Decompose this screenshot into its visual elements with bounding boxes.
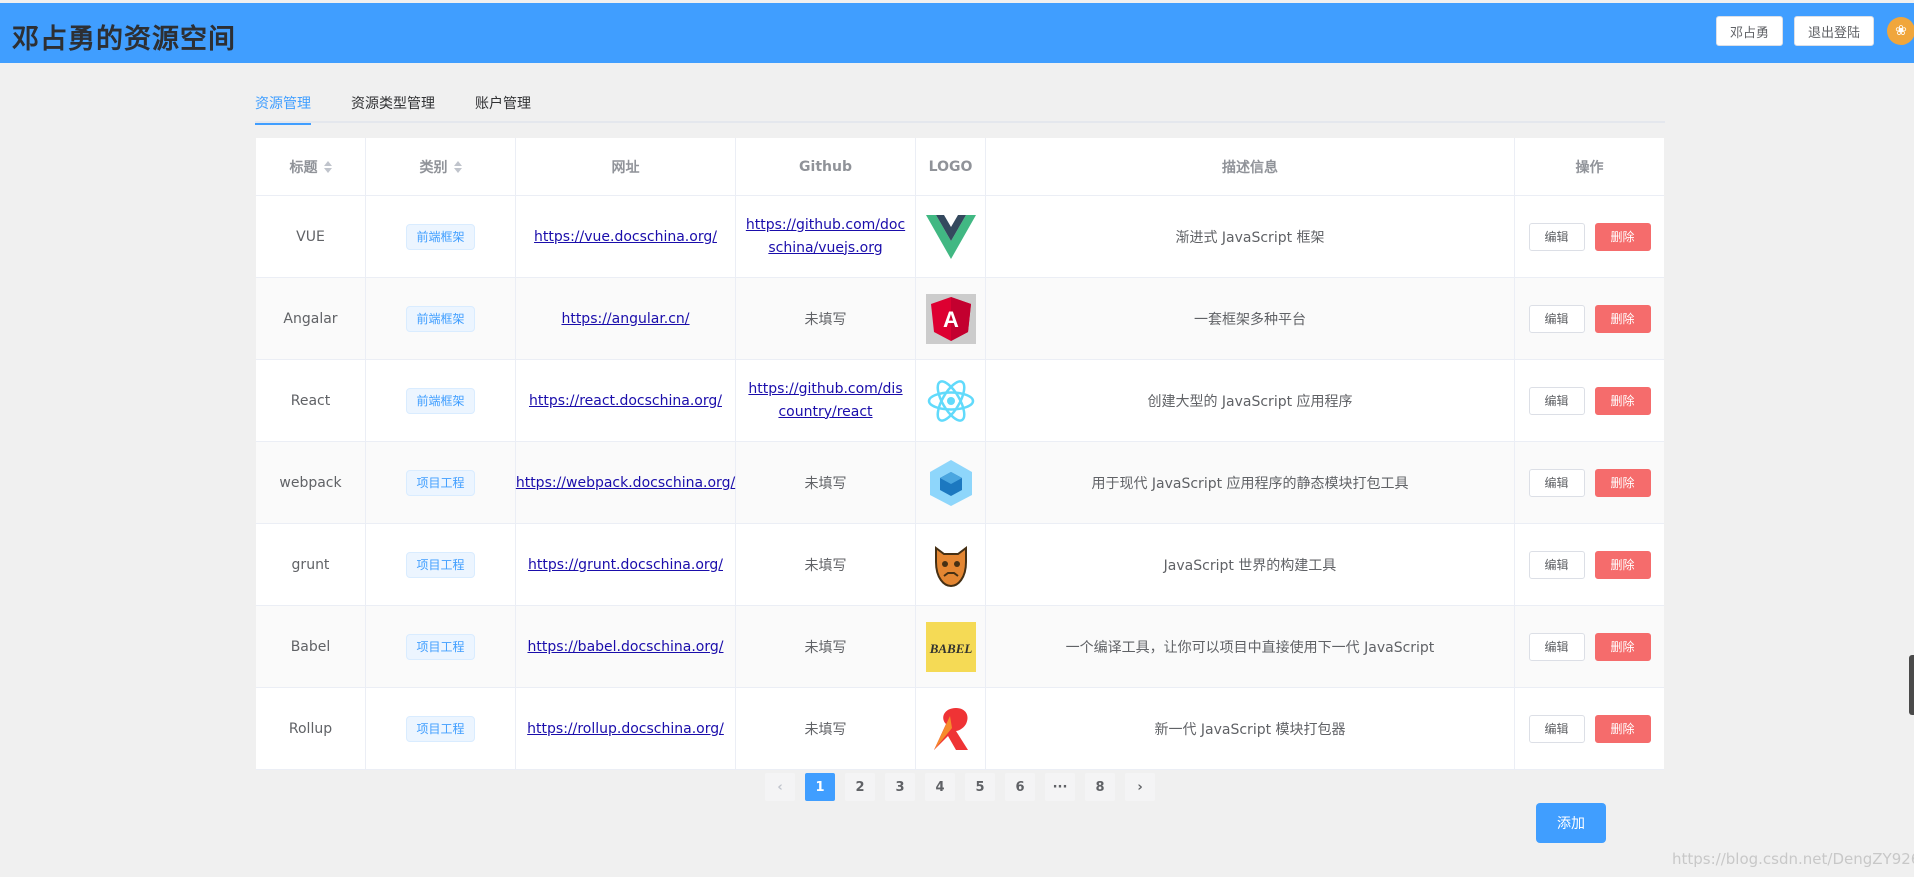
column-header-github: Github <box>736 138 916 195</box>
type-tag: 前端框架 <box>406 305 475 332</box>
column-header-type[interactable]: 类别 <box>366 138 516 195</box>
github-empty: 未填写 <box>736 688 916 769</box>
svg-text:BABEL: BABEL <box>928 641 972 656</box>
row-title: Angalar <box>256 278 366 359</box>
page-button[interactable]: 1 <box>805 773 835 801</box>
webpack-logo-icon <box>926 458 976 508</box>
page-button[interactable]: 4 <box>925 773 955 801</box>
github-empty: 未填写 <box>736 442 916 523</box>
prev-page-icon[interactable]: ‹ <box>765 773 795 801</box>
edit-button[interactable]: 编辑 <box>1528 222 1585 251</box>
row-title: webpack <box>256 442 366 523</box>
watermark: https://blog.csdn.net/DengZY926 <box>1672 850 1914 868</box>
page-button[interactable]: 6 <box>1005 773 1035 801</box>
page-button[interactable]: 3 <box>885 773 915 801</box>
tab-resource-management[interactable]: 资源管理 <box>255 93 311 125</box>
edit-button[interactable]: 编辑 <box>1528 632 1585 661</box>
vue-logo-icon <box>925 212 976 262</box>
pagination: ‹ 1 2 3 4 5 6 ··· 8 › <box>765 773 1165 801</box>
edit-button[interactable]: 编辑 <box>1528 550 1585 579</box>
column-header-title[interactable]: 标题 <box>256 138 366 195</box>
delete-button[interactable]: 删除 <box>1594 222 1651 251</box>
row-description: 渐进式 JavaScript 框架 <box>986 196 1515 277</box>
table-row: Angalar 前端框架 https://angular.cn/ 未填写 A 一… <box>256 278 1664 360</box>
user-button[interactable]: 邓占勇 <box>1716 16 1783 46</box>
next-page-icon[interactable]: › <box>1125 773 1155 801</box>
add-button[interactable]: 添加 <box>1536 803 1606 843</box>
table-row: VUE 前端框架 https://vue.docschina.org/ http… <box>256 196 1664 278</box>
row-title: VUE <box>256 196 366 277</box>
row-title: Rollup <box>256 688 366 769</box>
page-button[interactable]: 5 <box>965 773 995 801</box>
rollup-logo-icon <box>926 704 976 754</box>
delete-button[interactable]: 删除 <box>1594 550 1651 579</box>
url-link[interactable]: https://rollup.docschina.org/ <box>527 721 724 737</box>
react-logo-icon <box>926 376 976 426</box>
github-link[interactable]: https://github.com/discountry/react <box>746 378 906 424</box>
row-description: JavaScript 世界的构建工具 <box>986 524 1515 605</box>
logout-button[interactable]: 退出登陆 <box>1794 16 1874 46</box>
url-link[interactable]: https://babel.docschina.org/ <box>528 639 724 655</box>
github-link[interactable]: https://github.com/docschina/vuejs.org <box>746 214 906 260</box>
delete-button[interactable]: 删除 <box>1594 304 1651 333</box>
table-row: Rollup 项目工程 https://rollup.docschina.org… <box>256 688 1664 770</box>
edit-button[interactable]: 编辑 <box>1528 468 1585 497</box>
row-title: grunt <box>256 524 366 605</box>
type-tag: 前端框架 <box>406 387 475 414</box>
edit-button[interactable]: 编辑 <box>1528 714 1585 743</box>
column-header-url: 网址 <box>516 138 736 195</box>
type-tag: 前端框架 <box>406 223 475 250</box>
sort-icon[interactable] <box>453 160 462 173</box>
tab-account-management[interactable]: 账户管理 <box>475 93 531 123</box>
row-description: 创建大型的 JavaScript 应用程序 <box>986 360 1515 441</box>
row-description: 一套框架多种平台 <box>986 278 1515 359</box>
column-header-description: 描述信息 <box>986 138 1515 195</box>
github-empty: 未填写 <box>736 606 916 687</box>
tab-bar: 资源管理 资源类型管理 账户管理 <box>255 90 1665 125</box>
row-title: React <box>256 360 366 441</box>
table-row: React 前端框架 https://react.docschina.org/ … <box>256 360 1664 442</box>
app-header: 邓占勇的资源空间 邓占勇 退出登陆 ❀ <box>0 3 1914 63</box>
column-header-logo: LOGO <box>916 138 986 195</box>
delete-button[interactable]: 删除 <box>1594 632 1651 661</box>
edit-button[interactable]: 编辑 <box>1528 386 1585 415</box>
url-link[interactable]: https://grunt.docschina.org/ <box>528 557 723 573</box>
page-button[interactable]: 2 <box>845 773 875 801</box>
sort-icon[interactable] <box>323 160 332 173</box>
babel-logo-icon: BABEL <box>925 621 976 672</box>
url-link[interactable]: https://vue.docschina.org/ <box>534 229 717 245</box>
tab-resource-type-management[interactable]: 资源类型管理 <box>351 93 435 123</box>
app-title: 邓占勇的资源空间 <box>12 24 236 55</box>
grunt-logo-icon <box>926 540 976 590</box>
type-tag: 项目工程 <box>406 551 475 578</box>
delete-button[interactable]: 删除 <box>1594 468 1651 497</box>
side-handle[interactable] <box>1909 655 1914 715</box>
github-empty: 未填写 <box>736 278 916 359</box>
table-row: grunt 项目工程 https://grunt.docschina.org/ … <box>256 524 1664 606</box>
row-description: 一个编译工具，让你可以项目中直接使用下一代 JavaScript <box>986 606 1515 687</box>
avatar-icon[interactable]: ❀ <box>1887 17 1914 45</box>
table-row: Babel 项目工程 https://babel.docschina.org/ … <box>256 606 1664 688</box>
row-description: 用于现代 JavaScript 应用程序的静态模块打包工具 <box>986 442 1515 523</box>
resource-table: 标题 类别 网址 Github LOGO 描述信息 操作 VUE 前端框架 ht… <box>256 138 1664 770</box>
url-link[interactable]: https://react.docschina.org/ <box>529 393 722 409</box>
angular-logo-icon: A <box>925 293 976 344</box>
type-tag: 项目工程 <box>406 469 475 496</box>
page-button[interactable]: 8 <box>1085 773 1115 801</box>
row-title: Babel <box>256 606 366 687</box>
type-tag: 项目工程 <box>406 715 475 742</box>
github-empty: 未填写 <box>736 524 916 605</box>
table-row: webpack 项目工程 https://webpack.docschina.o… <box>256 442 1664 524</box>
url-link[interactable]: https://webpack.docschina.org/ <box>516 475 735 491</box>
edit-button[interactable]: 编辑 <box>1528 304 1585 333</box>
column-header-actions: 操作 <box>1575 159 1604 176</box>
more-pages-icon[interactable]: ··· <box>1045 773 1075 801</box>
table-header: 标题 类别 网址 Github LOGO 描述信息 操作 <box>256 138 1664 196</box>
delete-button[interactable]: 删除 <box>1594 386 1651 415</box>
row-description: 新一代 JavaScript 模块打包器 <box>986 688 1515 769</box>
delete-button[interactable]: 删除 <box>1594 714 1651 743</box>
svg-text:A: A <box>943 307 959 332</box>
type-tag: 项目工程 <box>406 633 475 660</box>
url-link[interactable]: https://angular.cn/ <box>561 311 689 327</box>
